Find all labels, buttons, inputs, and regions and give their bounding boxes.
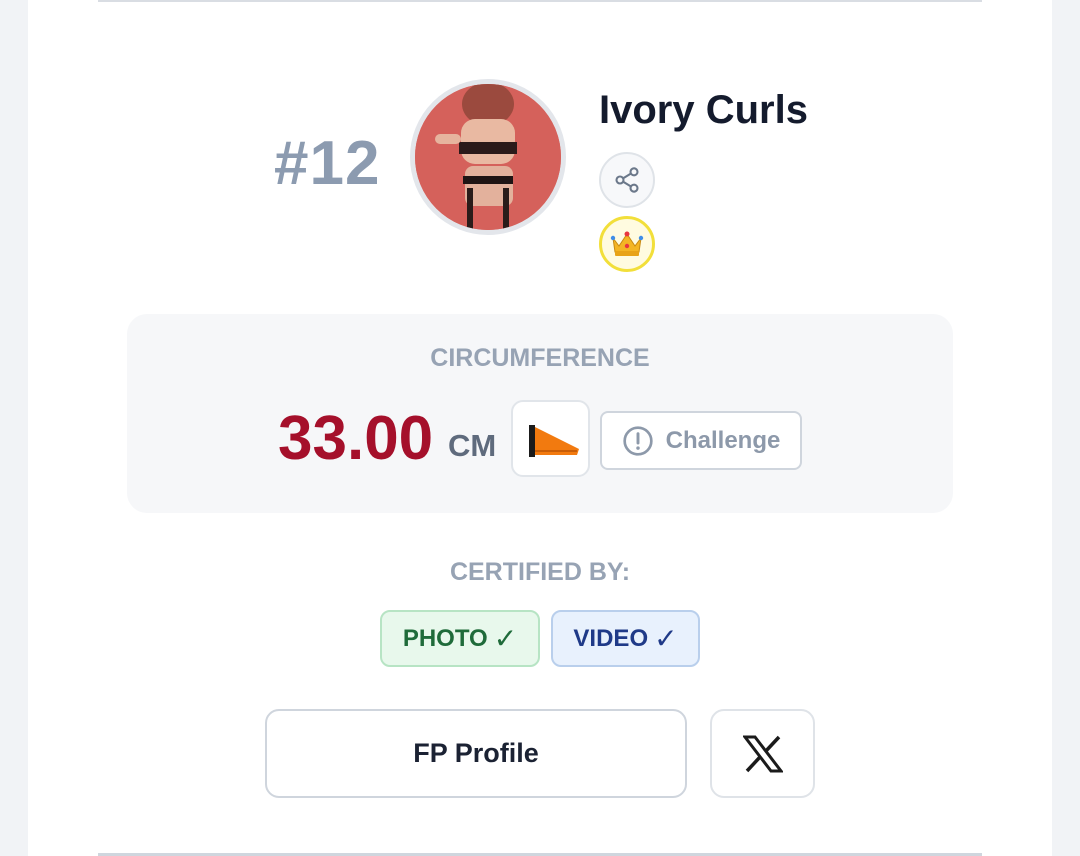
fp-profile-button[interactable]: FP Profile	[265, 709, 687, 798]
fp-profile-label: FP Profile	[413, 738, 539, 768]
measurement-unit: CM	[448, 428, 497, 463]
top-divider	[98, 0, 982, 2]
cone-icon	[528, 424, 579, 457]
share-icon	[615, 167, 639, 193]
challenge-label: Challenge	[665, 426, 781, 454]
challenge-button[interactable]: Challenge	[600, 411, 802, 470]
video-certified-badge: VIDEO ✓	[551, 610, 700, 667]
alert-circle-icon	[622, 425, 653, 456]
crown-badge	[599, 216, 655, 272]
rank-number: #12	[274, 129, 381, 198]
measurement-value: 33.00	[278, 404, 434, 473]
certified-by-label: CERTIFIED BY:	[449, 558, 631, 586]
x-profile-button[interactable]	[710, 709, 815, 798]
avatar[interactable]	[410, 79, 566, 235]
photo-badge-label: PHOTO	[402, 624, 488, 652]
crown-icon	[610, 231, 644, 256]
x-logo-icon	[742, 735, 783, 772]
entry-name: Ivory Curls	[599, 88, 808, 132]
measurement-label: CIRCUMFERENCE	[430, 344, 650, 372]
check-icon: ✓	[493, 623, 518, 654]
photo-certified-badge: PHOTO ✓	[380, 610, 540, 667]
share-button[interactable]	[599, 152, 655, 208]
video-badge-label: VIDEO	[573, 624, 649, 652]
cone-button[interactable]	[511, 400, 590, 477]
check-icon: ✓	[654, 623, 678, 654]
avatar-image	[415, 84, 561, 230]
